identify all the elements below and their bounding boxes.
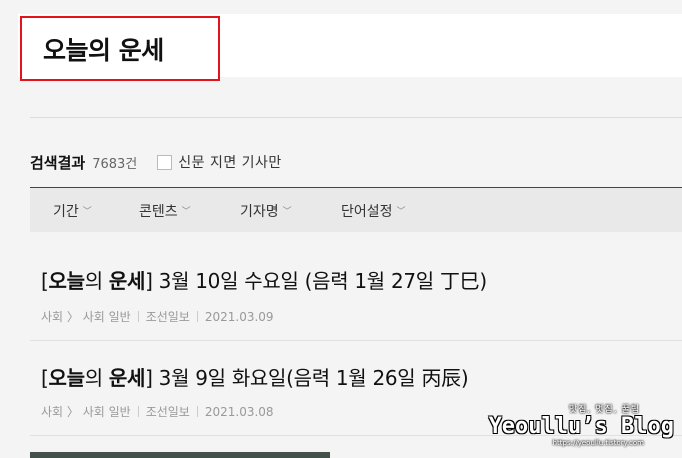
- filter-label: 단어설정: [341, 203, 393, 220]
- result-header: 검색결과 7683건 신문 지면 기사만: [30, 150, 282, 174]
- title-bracket: [: [41, 269, 49, 293]
- separator: [137, 406, 139, 417]
- title-keyword: 오늘: [48, 366, 86, 390]
- search-query-text: 오늘의 운세: [43, 35, 164, 65]
- filter-reporter[interactable]: 기자명 ﹀: [240, 188, 292, 233]
- print-only-label[interactable]: 신문 지면 기사만: [178, 152, 282, 172]
- filter-label: 기간: [53, 203, 79, 220]
- search-query[interactable]: 오늘의 운세: [20, 16, 220, 81]
- article-thumbnail[interactable]: [30, 452, 330, 458]
- article-source: 조선일보: [145, 310, 190, 324]
- filter-label: 기자명: [240, 203, 279, 220]
- article-meta: 사회 〉 사회 일반 조선일보 2021.03.09: [41, 308, 274, 325]
- chevron-down-icon: ﹀: [82, 207, 92, 217]
- title-part: ] 3월 9일 화요일(음력 1월 26일 丙辰): [145, 366, 469, 390]
- filter-content[interactable]: 콘텐츠 ﹀: [139, 188, 191, 233]
- watermark-blog-name: Yeoullu’s Blog: [488, 414, 674, 439]
- chevron-down-icon: ﹀: [396, 207, 406, 217]
- result-title: 검색결과: [30, 153, 86, 172]
- article-date: 2021.03.08: [204, 404, 274, 419]
- title-part: ] 3월 10일 수요일 (음력 1월 27일 丁巳): [145, 269, 487, 293]
- article-source: 조선일보: [145, 405, 190, 419]
- title-bracket: [: [41, 366, 49, 390]
- article-meta: 사회 〉 사회 일반 조선일보 2021.03.08: [41, 403, 274, 420]
- filter-bar: 기간 ﹀ 콘텐츠 ﹀ 기자명 ﹀ 단어설정 ﹀: [30, 187, 682, 232]
- title-keyword: 오늘: [48, 269, 86, 293]
- filter-period[interactable]: 기간 ﹀: [53, 188, 92, 233]
- chevron-down-icon: ﹀: [282, 207, 292, 217]
- article-title-link[interactable]: [오늘의 운세] 3월 9일 화요일(음력 1월 26일 丙辰): [41, 362, 469, 391]
- blog-watermark: 맛집, 멋집, 꿀팁 Yeoullu’s Blog https://yeoull…: [489, 402, 674, 447]
- title-keyword: 운세: [108, 366, 146, 390]
- separator: [137, 311, 139, 322]
- divider: [30, 117, 682, 118]
- separator: [196, 311, 198, 322]
- article-section[interactable]: 사회 〉 사회 일반: [41, 308, 131, 325]
- article-title-link[interactable]: [오늘의 운세] 3월 10일 수요일 (음력 1월 27일 丁巳): [41, 265, 487, 294]
- filter-word-settings[interactable]: 단어설정 ﹀: [341, 188, 406, 233]
- article-section[interactable]: 사회 〉 사회 일반: [41, 403, 131, 420]
- watermark-url: https://yeoullu.tistory.com: [552, 439, 644, 447]
- print-only-checkbox[interactable]: [157, 154, 173, 170]
- filter-label: 콘텐츠: [139, 203, 178, 220]
- separator: [196, 406, 198, 417]
- title-keyword: 운세: [108, 269, 146, 293]
- article-date: 2021.03.09: [204, 309, 274, 324]
- title-part: 의: [84, 366, 109, 390]
- result-count: 7683건: [92, 156, 138, 172]
- row-divider: [30, 340, 682, 341]
- chevron-down-icon: ﹀: [181, 207, 191, 217]
- print-only-filter[interactable]: 신문 지면 기사만: [157, 152, 282, 172]
- title-part: 의: [84, 269, 109, 293]
